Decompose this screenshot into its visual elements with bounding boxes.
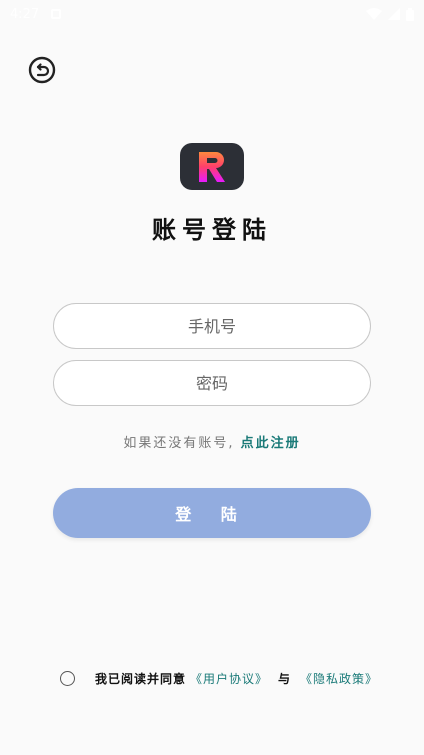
password-field[interactable] — [53, 360, 371, 406]
password-input[interactable] — [67, 372, 357, 394]
app-logo-icon — [199, 151, 225, 182]
agreement-row: 我已阅读并同意 《用户协议》 与 《隐私政策》 — [60, 670, 382, 687]
phone-field[interactable] — [53, 303, 371, 349]
wifi-icon — [366, 8, 382, 20]
agreement-prefix: 我已阅读并同意 — [95, 672, 187, 686]
status-bar: 4:27 — [0, 0, 424, 28]
agreement-checkbox[interactable] — [60, 671, 75, 686]
back-icon — [28, 56, 56, 84]
user-agreement-link[interactable]: 《用户协议》 — [190, 670, 268, 687]
back-button[interactable] — [28, 56, 56, 84]
register-link[interactable]: 点此注册 — [241, 436, 301, 451]
login-button[interactable]: 登 陆 — [53, 488, 371, 538]
app-logo — [180, 143, 244, 190]
notification-icon — [51, 9, 62, 19]
status-time: 4:27 — [10, 6, 40, 22]
agreement-conjunction: 与 — [278, 672, 291, 686]
phone-input[interactable] — [67, 315, 357, 337]
register-prompt: 如果还没有账号, 点此注册 — [0, 432, 424, 451]
battery-icon — [406, 7, 414, 21]
privacy-policy-link[interactable]: 《隐私政策》 — [300, 670, 378, 687]
register-prompt-text: 如果还没有账号, — [123, 436, 235, 451]
page-title: 账号登陆 — [152, 216, 272, 244]
signal-icon — [388, 8, 400, 20]
